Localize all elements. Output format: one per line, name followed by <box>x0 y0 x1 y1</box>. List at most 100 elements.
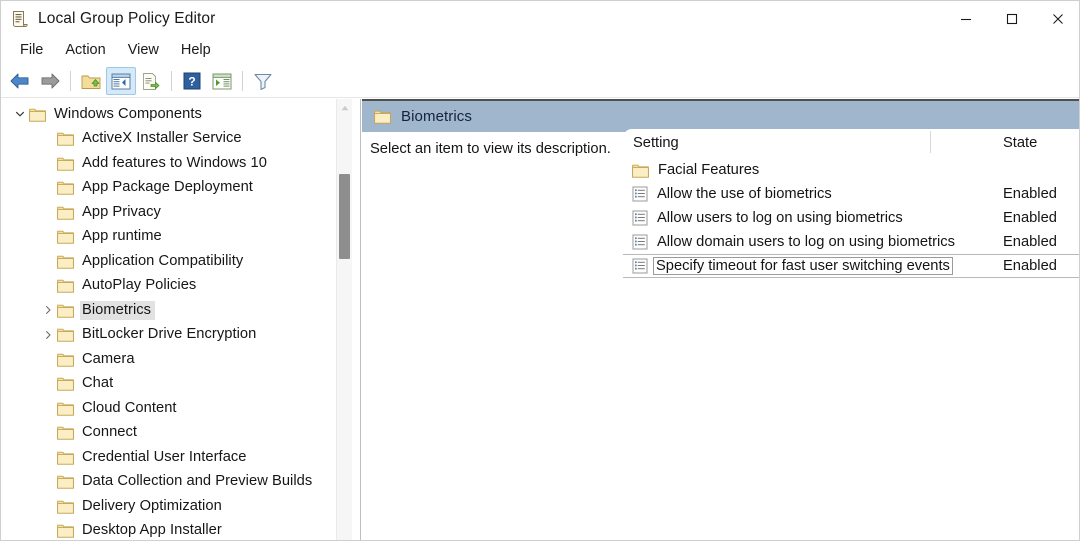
tree-item-label: App Package Deployment <box>82 179 253 196</box>
tree-item-label: Biometrics <box>80 300 156 320</box>
tree-item-label: Credential User Interface <box>82 448 247 465</box>
tree-item-autoplay-policies[interactable]: AutoPlay Policies <box>1 274 341 299</box>
chevron-down-icon[interactable] <box>11 102 29 126</box>
setting-row-label: Specify timeout for fast user switching … <box>653 257 953 275</box>
tree-item-label: Desktop App Installer <box>82 522 222 539</box>
setting-row-label: Facial Features <box>658 162 760 178</box>
menu-file[interactable]: File <box>9 39 54 61</box>
content-area: Windows Components ActiveX Installer Serv… <box>1 99 1079 541</box>
close-button[interactable] <box>1035 1 1079 36</box>
folder-icon <box>374 109 391 124</box>
folder-icon <box>57 131 74 146</box>
tree-item-chat[interactable]: Chat <box>1 372 341 397</box>
tree-twisty-placeholder <box>39 249 57 273</box>
filter-funnel-icon[interactable] <box>248 67 278 95</box>
tree-twisty-placeholder <box>39 225 57 249</box>
folder-icon <box>57 229 74 244</box>
pane-header: Biometrics <box>362 101 1079 132</box>
console-tree-pane: Windows Components ActiveX Installer Serv… <box>1 99 361 541</box>
tree-item-label: Windows Components <box>54 105 202 122</box>
tree-item-app-runtime[interactable]: App runtime <box>1 225 341 250</box>
column-header-setting[interactable]: Setting <box>633 135 679 151</box>
tree-item-label: AutoPlay Policies <box>82 277 197 294</box>
tree-item-label: ActiveX Installer Service <box>82 130 242 147</box>
tree-item-connect[interactable]: Connect <box>1 421 341 446</box>
tree-item-label: BitLocker Drive Encryption <box>82 326 257 343</box>
folder-icon <box>57 180 74 195</box>
tree-item-label: App Privacy <box>82 203 161 220</box>
show-hide-action-pane-icon[interactable] <box>207 67 237 95</box>
setting-row-state: Enabled <box>1003 258 1057 274</box>
back-arrow-icon[interactable] <box>5 67 35 95</box>
console-tree: Windows Components ActiveX Installer Serv… <box>1 102 341 541</box>
folder-icon <box>632 163 649 178</box>
tree-twisty-placeholder <box>39 274 57 298</box>
up-one-level-folder-icon[interactable] <box>76 67 106 95</box>
setting-row[interactable]: Specify timeout for fast user switching … <box>623 254 1079 278</box>
title-bar: Local Group Policy Editor <box>1 1 1079 36</box>
setting-row-label: Allow the use of biometrics <box>657 186 832 202</box>
toolbar: ? <box>1 64 1079 98</box>
tree-scrollbar-thumb[interactable] <box>339 174 350 259</box>
folder-icon <box>57 278 74 293</box>
tree-item-windows-components[interactable]: Windows Components <box>1 102 341 127</box>
setting-row[interactable]: Allow domain users to log on using biome… <box>623 230 1079 254</box>
folder-icon <box>57 401 74 416</box>
setting-row[interactable]: Facial Features <box>623 158 1079 182</box>
chevron-right-icon[interactable] <box>39 323 57 347</box>
tree-item-activex-installer-service[interactable]: ActiveX Installer Service <box>1 127 341 152</box>
svg-text:?: ? <box>188 75 195 89</box>
tree-item-add-features-to-windows-10[interactable]: Add features to Windows 10 <box>1 151 341 176</box>
tree-item-delivery-optimization[interactable]: Delivery Optimization <box>1 494 341 519</box>
tree-item-application-compatibility[interactable]: Application Compatibility <box>1 249 341 274</box>
help-question-icon[interactable]: ? <box>177 67 207 95</box>
menu-action[interactable]: Action <box>54 39 116 61</box>
setting-row[interactable]: Allow the use of biometrics Enabled <box>623 182 1079 206</box>
minimize-button[interactable] <box>943 1 989 36</box>
folder-icon <box>57 352 74 367</box>
tree-twisty-placeholder <box>39 372 57 396</box>
tree-item-camera[interactable]: Camera <box>1 347 341 372</box>
column-header-state[interactable]: State <box>1003 135 1037 151</box>
folder-icon <box>57 156 74 171</box>
tree-item-data-collection-and-preview-builds[interactable]: Data Collection and Preview Builds <box>1 470 341 495</box>
menu-help[interactable]: Help <box>170 39 222 61</box>
export-list-icon[interactable] <box>136 67 166 95</box>
toolbar-separator <box>171 71 172 91</box>
window-title: Local Group Policy Editor <box>38 9 216 27</box>
tree-item-label: Camera <box>82 350 135 367</box>
menu-view[interactable]: View <box>117 39 170 61</box>
tree-item-cloud-content[interactable]: Cloud Content <box>1 396 341 421</box>
maximize-button[interactable] <box>989 1 1035 36</box>
group-policy-document-icon <box>10 9 30 29</box>
tree-item-label: Cloud Content <box>82 399 177 416</box>
tree-item-label: App runtime <box>82 228 162 245</box>
setting-row-state: Enabled <box>1003 234 1057 250</box>
tree-scrollbar[interactable] <box>336 99 352 540</box>
tree-item-label: Connect <box>82 424 138 441</box>
forward-arrow-icon[interactable] <box>35 67 65 95</box>
chevron-right-icon[interactable] <box>39 298 57 322</box>
tree-item-app-package-deployment[interactable]: App Package Deployment <box>1 176 341 201</box>
column-divider[interactable] <box>930 131 931 153</box>
description-text: Select an item to view its description. <box>370 141 611 157</box>
folder-icon <box>57 205 74 220</box>
folder-icon <box>57 474 74 489</box>
setting-row[interactable]: Allow users to log on using biometrics En… <box>623 206 1079 230</box>
settings-pane: Biometrics Select an item to view its de… <box>362 99 1079 540</box>
tree-item-bitlocker-drive-encryption[interactable]: BitLocker Drive Encryption <box>1 323 341 348</box>
show-hide-console-tree-icon[interactable] <box>106 67 136 95</box>
list-header: Setting State <box>623 129 1079 158</box>
description-column: Select an item to view its description. <box>362 132 624 540</box>
toolbar-separator <box>242 71 243 91</box>
tree-item-label: Add features to Windows 10 <box>82 154 267 171</box>
tree-item-label: Chat <box>82 375 114 392</box>
scroll-up-arrow-icon[interactable] <box>337 101 352 115</box>
tree-item-biometrics[interactable]: Biometrics <box>1 298 341 323</box>
tree-item-app-privacy[interactable]: App Privacy <box>1 200 341 225</box>
setting-row-state: Enabled <box>1003 210 1057 226</box>
tree-item-desktop-app-installer[interactable]: Desktop App Installer <box>1 519 341 541</box>
folder-icon <box>57 425 74 440</box>
folder-icon <box>57 254 74 269</box>
tree-item-credential-user-interface[interactable]: Credential User Interface <box>1 445 341 470</box>
